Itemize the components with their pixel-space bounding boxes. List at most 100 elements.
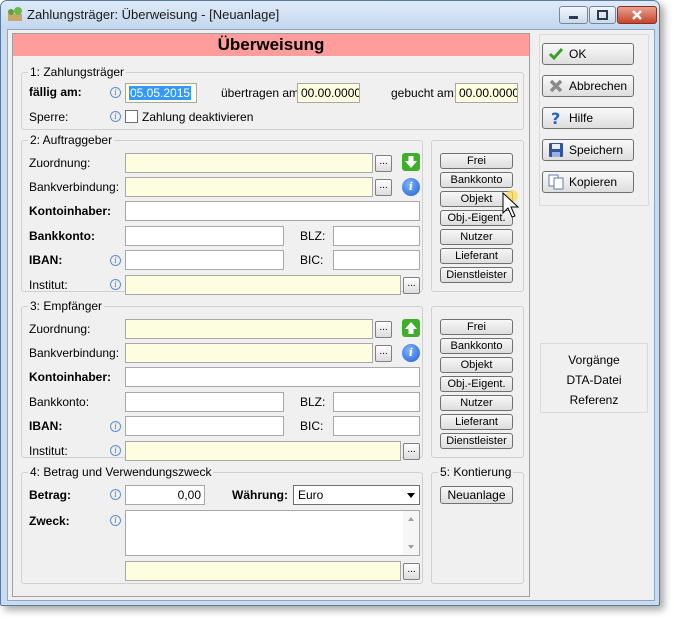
em-frei-button[interactable]: Frei	[440, 319, 513, 335]
zuordnung-browse-button[interactable]: ...	[375, 155, 392, 172]
em-obj-eigent-button[interactable]: Obj.-Eigent.	[440, 376, 513, 392]
group-empfaenger-types: Frei Bankkonto Objekt Obj.-Eigent. Nutze…	[431, 306, 524, 458]
referenz-link[interactable]: Referenz	[541, 393, 647, 407]
group-auftraggeber: 2: Auftraggeber Zuordnung: ... Bankverbi…	[21, 133, 423, 295]
bankkonto-input[interactable]	[125, 392, 284, 412]
kopieren-button[interactable]: Kopieren	[542, 171, 634, 193]
waehrung-select[interactable]: Euro	[293, 485, 420, 505]
ag-dienstleister-button[interactable]: Dienstleister	[440, 267, 513, 283]
bic-input[interactable]	[333, 250, 420, 270]
vorgaenge-link[interactable]: Vorgänge	[541, 353, 647, 367]
uebertragen-input[interactable]: 00.00.0000	[297, 83, 360, 103]
zweck-textarea[interactable]	[125, 510, 420, 556]
info-circle-icon[interactable]: i	[402, 178, 420, 196]
title-bar[interactable]: Zahlungsträger: Überweisung - [Neuanlage…	[1, 1, 659, 29]
info-icon[interactable]: i	[110, 421, 121, 432]
hilfe-button[interactable]: ? Hilfe	[542, 107, 634, 129]
blz-label: BLZ:	[300, 229, 326, 243]
zuordnung-browse-button[interactable]: ...	[375, 321, 392, 338]
gebucht-input[interactable]: 00.00.0000	[455, 83, 518, 103]
em-lieferant-button[interactable]: Lieferant	[440, 414, 513, 430]
form-header: Überweisung	[13, 34, 529, 56]
group-legend: 1: Zahlungsträger	[28, 65, 127, 79]
group-legend: 4: Betrag und Verwendungszweck	[28, 465, 214, 479]
info-icon[interactable]: i	[110, 111, 121, 122]
bic-input[interactable]	[333, 416, 420, 436]
zweck-scrollbar[interactable]	[403, 511, 419, 555]
institut-label: Institut:	[29, 278, 68, 292]
deaktivieren-label[interactable]: Zahlung deaktivieren	[142, 110, 253, 124]
info-icon[interactable]: i	[110, 255, 121, 266]
blz-input[interactable]	[333, 226, 420, 246]
blz-input[interactable]	[333, 392, 420, 412]
group-zahlungstraeger: 1: Zahlungsträger fällig am: i 05.05.201…	[21, 65, 524, 130]
dialog-window: Zahlungsträger: Überweisung - [Neuanlage…	[0, 0, 660, 606]
gebucht-label: gebucht am:	[391, 86, 458, 100]
bankverbindung-browse-button[interactable]: ...	[375, 179, 392, 196]
zuordnung-label: Zuordnung:	[29, 322, 91, 336]
sperre-label: Sperre:	[29, 110, 69, 124]
kontoinhaber-input[interactable]	[125, 367, 420, 387]
em-objekt-button[interactable]: Objekt	[440, 357, 513, 373]
bankverbindung-browse-button[interactable]: ...	[375, 345, 392, 362]
check-icon	[548, 48, 564, 61]
info-icon[interactable]: i	[110, 489, 121, 500]
kontoinhaber-label: Kontoinhaber:	[29, 370, 111, 384]
institut-input[interactable]	[125, 441, 401, 461]
ag-lieferant-button[interactable]: Lieferant	[440, 248, 513, 264]
mouse-cursor-icon	[502, 190, 520, 218]
cross-icon	[549, 79, 563, 93]
zuordnung-label: Zuordnung:	[29, 156, 91, 170]
betrag-label: Betrag:	[29, 488, 72, 502]
zuordnung-input[interactable]	[125, 319, 373, 339]
zweck-extra-input[interactable]	[125, 561, 401, 581]
ag-frei-button[interactable]: Frei	[440, 153, 513, 169]
uebertragen-label: übertragen am:	[221, 86, 303, 100]
bankverbindung-input[interactable]	[125, 343, 373, 363]
zweck-browse-button[interactable]: ...	[403, 563, 420, 580]
bankverbindung-label: Bankverbindung:	[29, 180, 120, 194]
info-circle-icon[interactable]: i	[402, 344, 420, 362]
zweck-label: Zweck:	[29, 514, 70, 528]
abbrechen-button[interactable]: Abbrechen	[542, 75, 634, 97]
scroll-down-icon[interactable]	[403, 542, 419, 552]
neuanlage-button[interactable]: Neuanlage	[440, 486, 513, 504]
info-icon[interactable]: i	[110, 279, 121, 290]
iban-label: IBAN:	[29, 419, 63, 433]
betrag-input[interactable]: 0,00	[125, 485, 205, 505]
speichern-button[interactable]: Speichern	[542, 139, 634, 161]
scroll-up-icon[interactable]	[403, 514, 419, 524]
info-icon[interactable]: i	[110, 445, 121, 456]
info-icon[interactable]: i	[110, 87, 121, 98]
ok-button[interactable]: OK	[542, 43, 634, 65]
copy-icon	[548, 174, 564, 190]
kontoinhaber-input[interactable]	[125, 201, 420, 221]
green-arrow-up-icon[interactable]	[402, 319, 420, 337]
iban-input[interactable]	[125, 250, 284, 270]
institut-browse-button[interactable]: ...	[403, 443, 420, 460]
dta-datei-link[interactable]: DTA-Datei	[541, 373, 647, 387]
green-arrow-down-icon[interactable]	[402, 153, 420, 171]
em-bankkonto-button[interactable]: Bankkonto	[440, 338, 513, 354]
iban-input[interactable]	[125, 416, 284, 436]
bankkonto-input[interactable]	[125, 226, 284, 246]
institut-input[interactable]	[125, 275, 401, 295]
ag-nutzer-button[interactable]: Nutzer	[440, 229, 513, 245]
floppy-disk-icon	[549, 143, 563, 157]
transfer-form: Überweisung 1: Zahlungsträger fällig am:…	[12, 33, 530, 597]
deaktivieren-checkbox[interactable]	[125, 110, 138, 123]
institut-browse-button[interactable]: ...	[403, 277, 420, 294]
window-title: Zahlungsträger: Überweisung - [Neuanlage…	[27, 7, 280, 22]
iban-label: IBAN:	[29, 253, 63, 267]
em-nutzer-button[interactable]: Nutzer	[440, 395, 513, 411]
info-icon[interactable]: i	[110, 515, 121, 526]
minimize-button[interactable]	[559, 6, 588, 24]
close-button[interactable]	[617, 6, 657, 24]
close-icon	[632, 10, 642, 20]
zuordnung-input[interactable]	[125, 153, 373, 173]
bankverbindung-input[interactable]	[125, 177, 373, 197]
ag-bankkonto-button[interactable]: Bankkonto	[440, 172, 513, 188]
faellig-input[interactable]: 05.05.2015	[125, 83, 197, 103]
maximize-button[interactable]	[589, 6, 616, 24]
em-dienstleister-button[interactable]: Dienstleister	[440, 433, 513, 449]
